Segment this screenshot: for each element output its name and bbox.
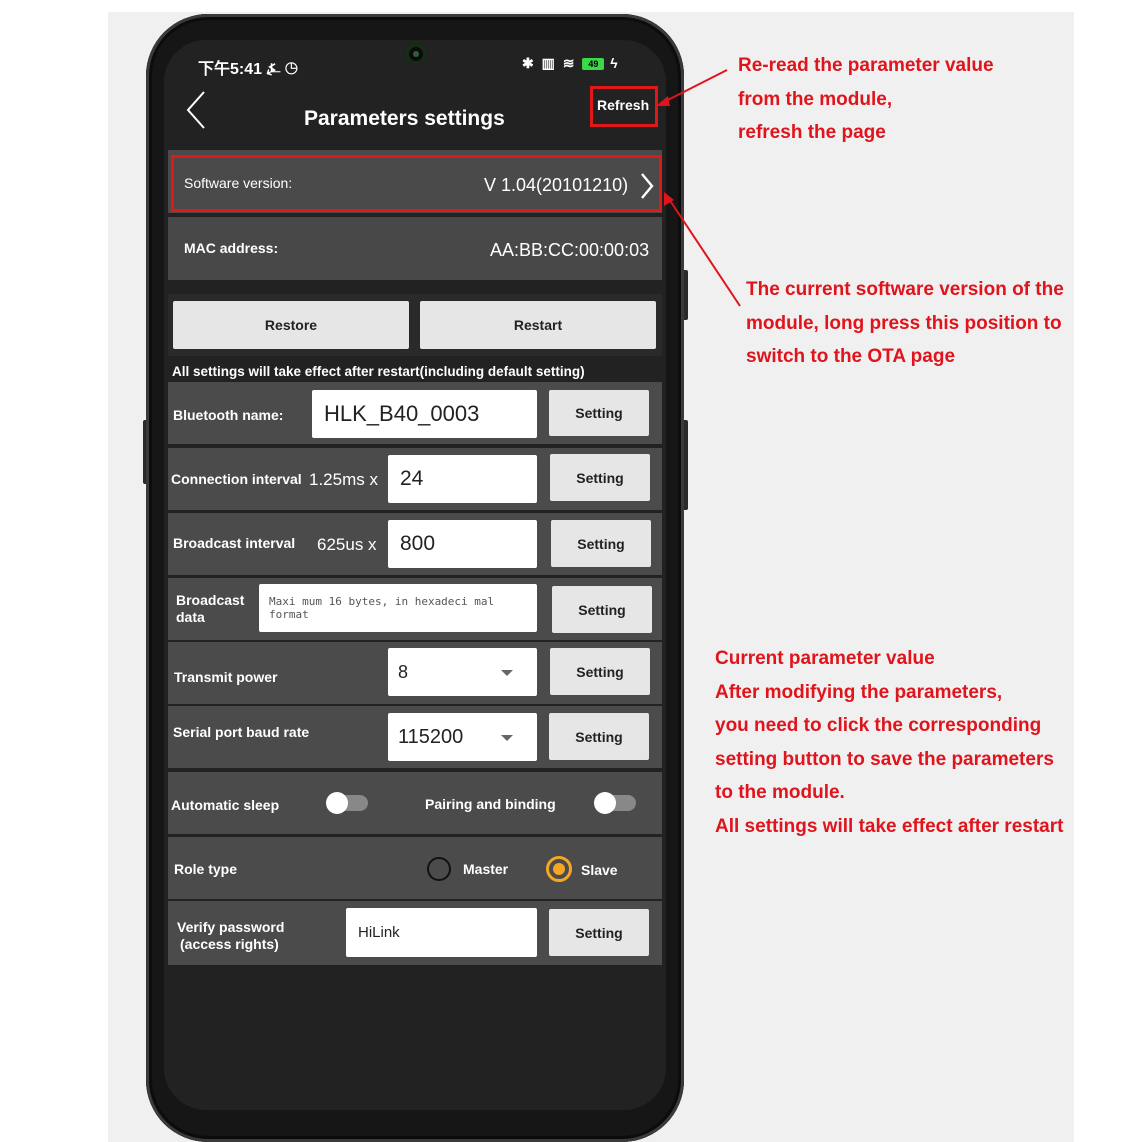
annotation-line: setting button to save the parameters [715,748,1054,770]
annotation-line: from the module, [738,88,893,110]
annotation-line: The current software version of the [746,279,1064,300]
annotation-line: Re-read the parameter value [738,55,994,76]
annotation-line: switch to the OTA page [746,346,956,367]
annotation-line: module, long press this position to [746,312,1062,334]
annotation-line: All settings will take effect after rest… [715,815,1064,837]
version-annotation: The current software version of the modu… [746,273,1064,374]
version-arrow-line [666,195,741,307]
annotation-line: you need to click the corresponding [715,715,1042,736]
refresh-arrow-head [656,96,670,106]
refresh-annotation: Re-read the parameter value from the mod… [738,49,994,150]
annotation-line: to the module. [715,782,845,803]
refresh-arrow-line [659,69,728,105]
annotation-line: Current parameter value [715,648,935,669]
annotation-line: refresh the page [738,122,886,143]
params-annotation: Current parameter value After modifying … [715,642,1063,843]
annotation-line: After modifying the parameters, [715,681,1003,703]
annotation-arrows [656,69,741,307]
